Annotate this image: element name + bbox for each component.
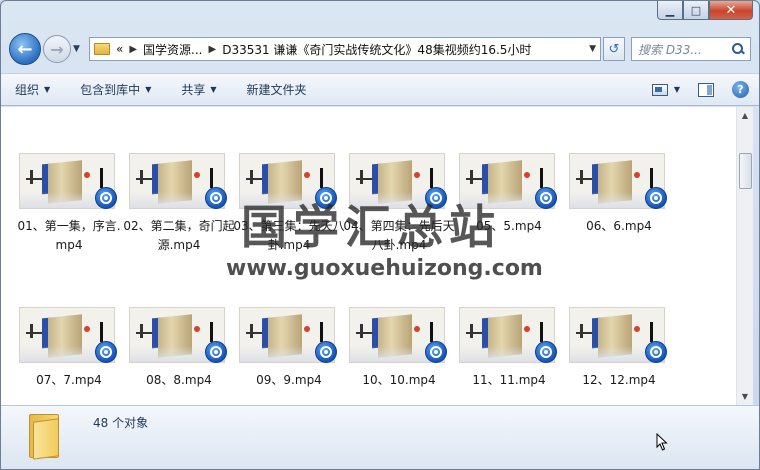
media-player-icon bbox=[425, 341, 447, 363]
folder-icon bbox=[29, 414, 59, 460]
media-player-icon bbox=[645, 341, 667, 363]
command-bar: 组织 ▼ 包含到库中 ▼ 共享 ▼ 新建文件夹 ▼ ? bbox=[1, 73, 759, 106]
change-view-button[interactable] bbox=[651, 79, 668, 101]
organize-label: 组织 bbox=[15, 83, 40, 97]
media-player-icon bbox=[95, 341, 117, 363]
arrow-left-icon: ← bbox=[17, 38, 33, 60]
close-button[interactable]: ✕ bbox=[709, 1, 753, 20]
media-player-icon bbox=[205, 187, 227, 209]
watermark-text: 国学汇总站 bbox=[241, 200, 501, 254]
share-menu[interactable]: 共享 ▼ bbox=[181, 81, 216, 98]
breadcrumb-overflow[interactable]: « bbox=[116, 42, 123, 56]
scroll-up-icon[interactable]: ▲ bbox=[737, 107, 753, 124]
search-input[interactable]: 搜索 D33... bbox=[631, 37, 751, 61]
mouse-cursor-icon bbox=[656, 433, 668, 451]
file-name: 09、9.mp4 bbox=[256, 373, 322, 387]
new-folder-button[interactable]: 新建文件夹 bbox=[247, 81, 307, 98]
explorer-window: ▁ □ ✕ ← → ▼ « ▶ 国学资源... ▶ D33531 谦谦《奇门实战… bbox=[0, 0, 760, 470]
view-options-button[interactable]: ▼ bbox=[674, 79, 680, 101]
help-icon: ? bbox=[732, 81, 749, 98]
media-player-icon bbox=[535, 187, 557, 209]
file-name: 01、第一集，序言.mp4 bbox=[17, 219, 121, 252]
media-player-icon bbox=[535, 341, 557, 363]
refresh-icon: ↺ bbox=[608, 41, 620, 57]
file-name: 06、6.mp4 bbox=[586, 219, 652, 233]
file-name: 07、7.mp4 bbox=[36, 373, 102, 387]
vertical-scrollbar[interactable]: ▲ ▼ bbox=[736, 107, 753, 405]
new-folder-label: 新建文件夹 bbox=[246, 83, 307, 97]
search-icon[interactable] bbox=[732, 43, 744, 55]
chevron-down-icon[interactable]: ▼ bbox=[589, 44, 596, 54]
preview-pane-button[interactable] bbox=[698, 79, 714, 101]
details-pane: 48 个对象 bbox=[1, 405, 759, 469]
address-bar[interactable]: « ▶ 国学资源... ▶ D33531 谦谦《奇门实战传统文化》48集视频约1… bbox=[89, 37, 601, 61]
breadcrumb-item[interactable]: D33531 谦谦《奇门实战传统文化》48集视频约16.5小时 bbox=[222, 41, 531, 58]
toolbar-right: ▼ ? bbox=[644, 79, 749, 101]
view-icon bbox=[651, 83, 668, 96]
file-name: 12、12.mp4 bbox=[582, 373, 656, 387]
include-library-label: 包含到库中 bbox=[80, 83, 141, 97]
caption-buttons: ▁ □ ✕ bbox=[657, 1, 753, 20]
back-button[interactable]: ← bbox=[9, 33, 41, 65]
chevron-down-icon: ▼ bbox=[44, 85, 51, 94]
media-player-icon bbox=[205, 341, 227, 363]
chevron-down-icon: ▼ bbox=[673, 85, 680, 94]
include-library-menu[interactable]: 包含到库中 ▼ bbox=[80, 81, 151, 98]
breadcrumb-separator-icon[interactable]: ▶ bbox=[209, 44, 217, 55]
media-player-icon bbox=[315, 341, 337, 363]
scrollbar-thumb[interactable] bbox=[739, 153, 752, 189]
folder-icon bbox=[94, 43, 110, 55]
search-placeholder: 搜索 D33... bbox=[638, 42, 702, 57]
breadcrumb-item[interactable]: 国学资源... bbox=[143, 41, 202, 58]
address-row: ← → ▼ « ▶ 国学资源... ▶ D33531 谦谦《奇门实战传统文化》4… bbox=[9, 32, 751, 66]
share-label: 共享 bbox=[181, 83, 206, 97]
media-player-icon bbox=[645, 187, 667, 209]
chevron-down-icon: ▼ bbox=[145, 85, 152, 94]
media-player-icon bbox=[95, 187, 117, 209]
maximize-button[interactable]: □ bbox=[683, 1, 709, 20]
chevron-down-icon: ▼ bbox=[73, 44, 80, 54]
breadcrumb-separator-icon[interactable]: ▶ bbox=[129, 44, 137, 55]
watermark-url: www.guoxuehuizong.com bbox=[226, 256, 543, 281]
help-button[interactable]: ? bbox=[732, 79, 749, 101]
refresh-button[interactable]: ↺ bbox=[603, 37, 625, 61]
file-name: 11、11.mp4 bbox=[472, 373, 546, 387]
organize-menu[interactable]: 组织 ▼ bbox=[15, 81, 50, 98]
preview-pane-icon bbox=[698, 82, 714, 97]
item-count: 48 个对象 bbox=[93, 416, 149, 430]
recent-pages-button[interactable]: ▼ bbox=[73, 44, 85, 54]
chevron-down-icon: ▼ bbox=[210, 85, 217, 94]
file-name: 02、第二集，奇门起源.mp4 bbox=[123, 219, 235, 252]
scroll-down-icon[interactable]: ▼ bbox=[737, 388, 753, 405]
forward-button[interactable]: → bbox=[43, 35, 71, 63]
file-name: 08、8.mp4 bbox=[146, 373, 212, 387]
arrow-right-icon: → bbox=[50, 39, 64, 59]
minimize-button[interactable]: ▁ bbox=[657, 1, 683, 20]
file-name: 10、10.mp4 bbox=[362, 373, 436, 387]
